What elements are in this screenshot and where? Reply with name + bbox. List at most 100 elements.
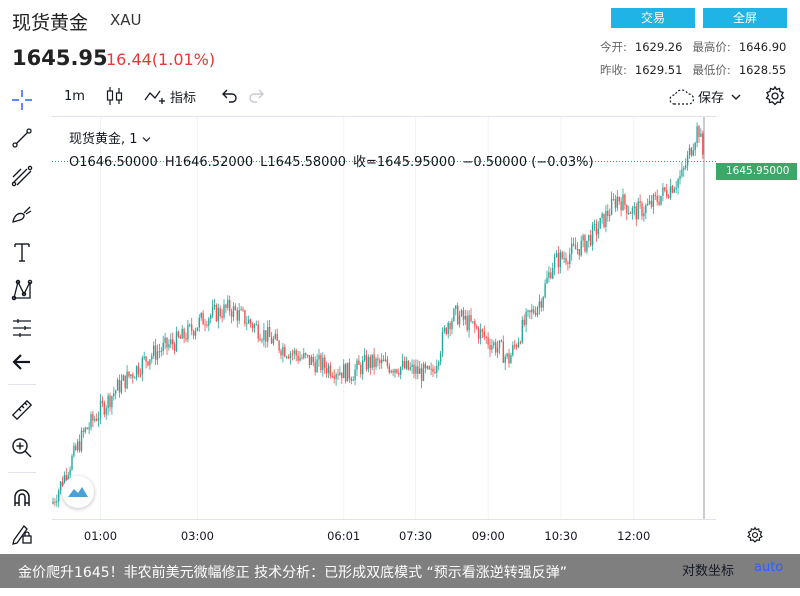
ruler-icon[interactable]: [8, 396, 36, 424]
prev-close-label: 昨收:: [600, 63, 627, 77]
candle-body: [584, 235, 586, 252]
candle-body: [590, 234, 592, 246]
candle-body: [635, 206, 637, 220]
candles-icon[interactable]: [105, 85, 125, 107]
candle-body: [306, 354, 309, 356]
candle-body: [643, 213, 645, 217]
candle-body: [134, 377, 136, 379]
candle-body: [185, 338, 187, 340]
candle-body: [373, 354, 375, 368]
trade-button[interactable]: 交易: [611, 8, 695, 28]
candle-body: [202, 312, 204, 325]
candle-body: [244, 310, 246, 325]
candle-body: [559, 252, 561, 268]
last-price-badge: 1645.95000: [716, 163, 797, 180]
candle-body: [343, 364, 345, 379]
candle-body: [137, 366, 140, 375]
candle-body: [419, 368, 421, 374]
candle-body: [223, 304, 225, 318]
candle-body: [628, 212, 630, 214]
pattern-icon[interactable]: [8, 276, 36, 304]
price-chart: [52, 117, 716, 519]
candle-body: [398, 372, 400, 375]
candle-body: [369, 356, 371, 368]
candle-body: [468, 315, 470, 331]
x-tick-label: 09:00: [471, 529, 505, 543]
redo-icon[interactable]: [248, 88, 266, 104]
chevron-down-icon: [731, 94, 741, 100]
candle-body: [403, 361, 406, 369]
x-tick-label: 01:00: [83, 529, 118, 543]
candle-body: [208, 318, 210, 326]
candle-body: [424, 363, 427, 369]
candle-body: [210, 315, 212, 319]
time-axis[interactable]: 01:00 03:00 06:01 07:30 09:00 10:30 12:00: [52, 519, 716, 549]
candle-body: [610, 198, 613, 215]
candle-body: [574, 244, 577, 250]
log-scale-toggle[interactable]: 对数坐标: [682, 560, 734, 579]
chart-pane[interactable]: [52, 116, 716, 519]
fib-icon[interactable]: [8, 162, 36, 190]
candle-body: [274, 334, 276, 339]
high-value: 1646.90: [738, 40, 787, 54]
candle-body: [565, 258, 567, 263]
candle-body: [658, 201, 660, 205]
candle-body: [333, 376, 335, 379]
interval-button[interactable]: 1m: [64, 89, 85, 104]
gear-icon[interactable]: [764, 85, 786, 107]
candle-body: [415, 366, 417, 374]
trend-line-icon[interactable]: [8, 124, 36, 152]
magnet-icon[interactable]: [8, 484, 36, 512]
candle-body: [455, 305, 457, 310]
brush-icon[interactable]: [8, 200, 36, 228]
candle-body: [502, 341, 504, 363]
candle-body: [177, 331, 180, 337]
indicators-button[interactable]: 指标: [143, 86, 196, 106]
candle-body: [255, 324, 257, 326]
text-icon[interactable]: [8, 238, 36, 266]
tradingview-logo-icon[interactable]: [62, 476, 94, 508]
candle-body: [227, 299, 229, 308]
candle-body: [686, 154, 689, 166]
high-label: 最高价:: [692, 40, 731, 54]
news-banner[interactable]: 金价爬升1645！非农前美元微幅修正 技术分析：已形成双底模式 “预示看涨逆转强…: [0, 554, 800, 588]
candle-body: [139, 374, 142, 376]
measure-icon[interactable]: [8, 314, 36, 342]
candle-body: [287, 356, 290, 359]
undo-icon[interactable]: [220, 88, 238, 104]
candle-body: [679, 175, 681, 180]
candle-body: [609, 214, 611, 217]
candle-body: [483, 331, 485, 337]
candle-body: [253, 324, 256, 329]
candle-body: [533, 309, 535, 313]
candle-body: [124, 375, 126, 389]
candle-body: [624, 194, 626, 205]
gear-icon[interactable]: [746, 526, 764, 548]
candle-body: [189, 324, 191, 326]
candle-body: [238, 310, 240, 321]
candle-body: [356, 360, 358, 370]
pencil-lock-icon[interactable]: [8, 520, 36, 548]
candle-body: [219, 307, 221, 317]
candle-body: [164, 337, 166, 343]
candle-body: [629, 212, 632, 214]
zoom-in-icon[interactable]: [8, 434, 36, 462]
candle-body: [166, 337, 168, 348]
arrow-left-icon[interactable]: [8, 348, 36, 376]
crosshair-icon[interactable]: [8, 86, 36, 114]
candle-body: [561, 252, 563, 259]
candle-body: [240, 309, 242, 311]
indicators-label: 指标: [170, 90, 197, 106]
save-button[interactable]: 保存: [667, 87, 741, 106]
candle-body: [325, 367, 328, 374]
candle-body: [196, 327, 199, 331]
candle-body: [405, 360, 408, 369]
candle-body: [515, 345, 518, 348]
candle-body: [344, 364, 347, 382]
series-legend[interactable]: 现货黄金, 1: [69, 128, 151, 147]
auto-scale-toggle[interactable]: auto: [754, 560, 783, 575]
fullscreen-button[interactable]: 全屏: [703, 8, 787, 28]
drawing-toolbar: [0, 82, 45, 596]
candle-body: [130, 374, 132, 377]
candle-body: [293, 350, 295, 354]
